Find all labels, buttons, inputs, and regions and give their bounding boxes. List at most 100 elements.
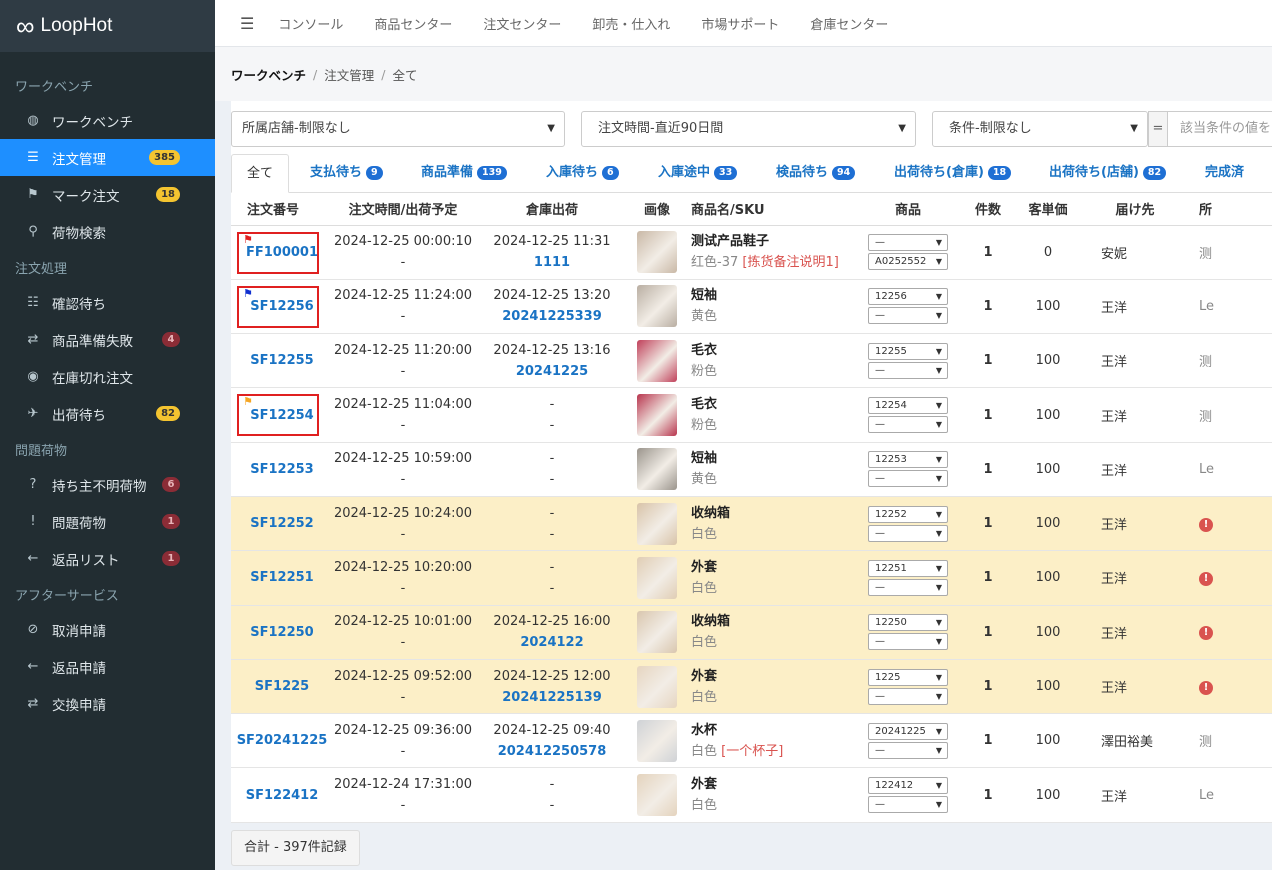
product-dropdown[interactable]: — ▼: [868, 578, 948, 596]
table-row[interactable]: SF12254 ⚑ 2024-12-25 11:04:00- - - 毛衣 粉色 12254 ▼…: [231, 387, 1272, 443]
table-row[interactable]: SF12256 ⚑ 2024-12-25 11:24:00-2024-12-25 1…: [231, 279, 1272, 335]
order-number-link[interactable]: SF12251: [250, 570, 313, 585]
topnav-products[interactable]: 商品センター: [374, 14, 452, 33]
product-dropdown[interactable]: — ▼: [868, 307, 948, 325]
topnav-warehouse[interactable]: 倉庫センター: [810, 14, 888, 33]
sidebar-item[interactable]: ⇄ 交換申請: [0, 685, 215, 722]
product-dropdown[interactable]: — ▼: [868, 524, 948, 542]
product-dropdown[interactable]: — ▼: [868, 741, 948, 759]
order-number-link[interactable]: SF12250: [250, 625, 313, 640]
warning-icon[interactable]: !: [1199, 680, 1213, 695]
tab-5[interactable]: 検品待ち 94: [776, 154, 856, 193]
topnav-console[interactable]: コンソール: [278, 14, 343, 33]
product-dropdown[interactable]: — ▼: [868, 687, 948, 705]
hamburger-menu-icon[interactable]: ☰: [240, 14, 254, 33]
condition-value-input[interactable]: 該当条件の値を: [1168, 111, 1272, 147]
product-dropdown[interactable]: — ▼: [868, 796, 948, 814]
table-row[interactable]: SF20241225 2024-12-25 09:36:00-2024-12-25…: [231, 713, 1272, 769]
flag-icon[interactable]: ⚑: [243, 395, 253, 408]
product-thumbnail[interactable]: [637, 719, 677, 762]
product-dropdown[interactable]: 12250 ▼: [868, 614, 948, 632]
sidebar-item[interactable]: ◍ ワークベンチ: [0, 102, 215, 139]
sidebar-item[interactable]: ⇄ 商品準備失敗 4: [0, 321, 215, 358]
sidebar-item[interactable]: ! 問題荷物 1: [0, 503, 215, 540]
breadcrumb-mid[interactable]: 注文管理: [324, 65, 374, 84]
sidebar-item[interactable]: ✈ 出荷待ち 82: [0, 395, 215, 432]
product-dropdown[interactable]: 12251 ▼: [868, 559, 948, 577]
warehouse-tracking[interactable]: 20241225339: [473, 306, 631, 327]
product-dropdown[interactable]: 12256 ▼: [868, 288, 948, 306]
sidebar-item[interactable]: ☷ 確認待ち: [0, 284, 215, 321]
product-dropdown[interactable]: 12253 ▼: [868, 451, 948, 469]
warning-icon[interactable]: !: [1199, 517, 1213, 532]
flag-icon[interactable]: ⚑: [243, 287, 253, 300]
product-dropdown[interactable]: — ▼: [868, 234, 948, 252]
product-thumbnail[interactable]: [637, 285, 677, 328]
tab-8[interactable]: 完成済: [1205, 154, 1244, 193]
product-thumbnail[interactable]: [637, 611, 677, 654]
tab-1[interactable]: 支払待ち 9: [310, 154, 383, 193]
table-row[interactable]: FF100001 ⚑ 2024-12-25 00:00:10-2024-12-25 …: [231, 225, 1272, 280]
sidebar-item[interactable]: ⚲ 荷物検索: [0, 213, 215, 250]
product-dropdown[interactable]: 1225 ▼: [868, 668, 948, 686]
product-thumbnail[interactable]: [637, 394, 677, 437]
tab-3[interactable]: 入庫待ち 6: [546, 154, 619, 193]
product-thumbnail[interactable]: [637, 774, 677, 817]
product-thumbnail[interactable]: [637, 556, 677, 599]
tab-7[interactable]: 出荷待ち(店舗) 82: [1049, 154, 1167, 193]
product-thumbnail[interactable]: [637, 339, 677, 382]
table-row[interactable]: SF12253 2024-12-25 10:59:00- - - 短袖 黄色 12253 ▼ —…: [231, 442, 1272, 497]
shop-filter-select[interactable]: 所属店舗-制限なし ▼: [231, 111, 565, 147]
product-dropdown[interactable]: 12255 ▼: [868, 342, 948, 360]
warehouse-tracking[interactable]: 202412250578: [473, 741, 631, 762]
product-dropdown[interactable]: — ▼: [868, 361, 948, 379]
sidebar-item[interactable]: ⊘ 取消申請: [0, 611, 215, 648]
tab-0[interactable]: 全て: [231, 154, 290, 193]
flag-icon[interactable]: ⚑: [243, 233, 253, 246]
product-dropdown[interactable]: 12254 ▼: [868, 397, 948, 415]
product-dropdown[interactable]: 20241225 ▼: [868, 722, 948, 740]
warehouse-tracking[interactable]: 20241225: [473, 361, 631, 382]
table-row[interactable]: SF12252 2024-12-25 10:24:00- - - 收纳箱 白色 12252 ▼…: [231, 496, 1272, 552]
sidebar-item[interactable]: ☰ 注文管理 385: [0, 139, 215, 176]
tab-2[interactable]: 商品準備 139: [421, 154, 507, 193]
table-row[interactable]: SF12250 2024-12-25 10:01:00 - 2024-12-25 16…: [231, 605, 1272, 660]
product-dropdown[interactable]: A0252552 ▼: [868, 253, 948, 271]
sidebar-item[interactable]: ← 返品リスト 1: [0, 540, 215, 577]
warning-icon[interactable]: !: [1199, 626, 1213, 641]
table-row[interactable]: SF122412 2024-12-24 17:31:00- - - 外套 白色 122412…: [231, 767, 1272, 823]
topnav-wholesale[interactable]: 卸売・仕入れ: [592, 14, 670, 33]
product-dropdown[interactable]: — ▼: [868, 416, 948, 434]
tab-6[interactable]: 出荷待ち(倉庫) 18: [894, 154, 1012, 193]
warehouse-tracking[interactable]: 1111: [473, 252, 631, 273]
product-dropdown[interactable]: 12252 ▼: [868, 505, 948, 523]
breadcrumb-root[interactable]: ワークベンチ: [231, 65, 306, 84]
product-dropdown[interactable]: — ▼: [868, 633, 948, 651]
order-number-link[interactable]: SF12253: [250, 462, 313, 477]
time-filter-select[interactable]: 注文時間-直近90日間 ▼: [581, 111, 916, 147]
product-thumbnail[interactable]: [637, 448, 677, 491]
topnav-orders[interactable]: 注文センター: [483, 14, 561, 33]
table-row[interactable]: SF1225 2024-12-25 09:52:00 - 2024-12-25 12:…: [231, 659, 1272, 715]
warehouse-tracking[interactable]: 2024122: [473, 632, 631, 653]
warning-icon[interactable]: !: [1199, 571, 1213, 586]
logo[interactable]: ∞ LoopHot: [0, 0, 215, 52]
product-thumbnail[interactable]: [637, 665, 677, 708]
product-thumbnail[interactable]: [637, 231, 677, 274]
order-number-link[interactable]: SF12252: [250, 516, 313, 531]
table-row[interactable]: SF12251 2024-12-25 10:20:00- - - 外套 白色 12251 ▼ —…: [231, 550, 1272, 606]
sidebar-item[interactable]: ← 返品申請: [0, 648, 215, 685]
sidebar-item[interactable]: ? 持ち主不明荷物 6: [0, 466, 215, 503]
tab-4[interactable]: 入庫途中 33: [658, 154, 738, 193]
sidebar-item[interactable]: ◉ 在庫切れ注文: [0, 358, 215, 395]
order-number-link[interactable]: SF1225: [255, 679, 309, 694]
product-thumbnail[interactable]: [637, 502, 677, 545]
product-dropdown[interactable]: 122412 ▼: [868, 777, 948, 795]
sidebar-item[interactable]: ⚑ マーク注文 18: [0, 176, 215, 213]
condition-filter-select[interactable]: 条件-制限なし ▼: [932, 111, 1148, 147]
product-dropdown[interactable]: — ▼: [868, 470, 948, 488]
order-number-link[interactable]: SF122412: [246, 788, 319, 803]
table-row[interactable]: SF12255 2024-12-25 11:20:00 - 2024-12-25 13…: [231, 333, 1272, 389]
topnav-market-support[interactable]: 市場サポート: [701, 14, 779, 33]
order-number-link[interactable]: SF20241225: [237, 733, 328, 748]
